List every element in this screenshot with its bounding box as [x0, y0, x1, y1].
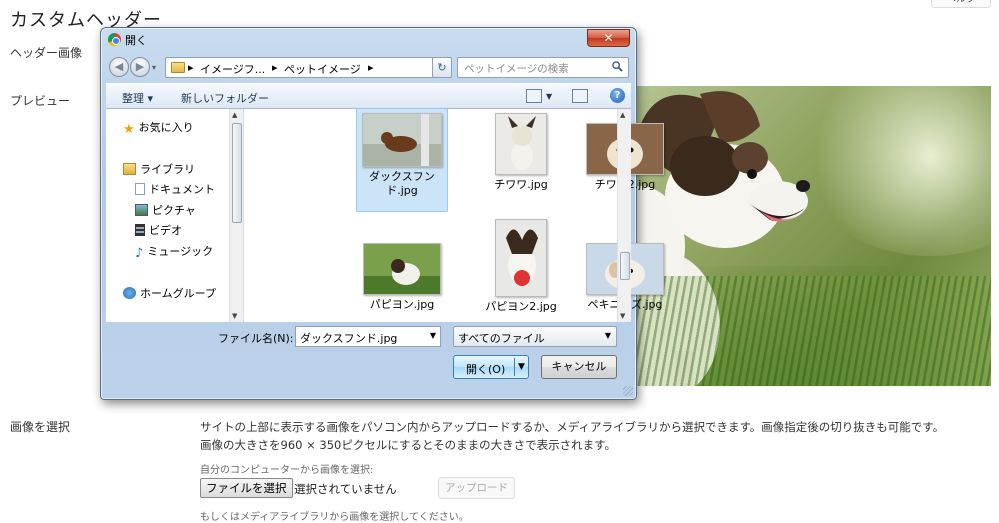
papillon2-thumbnail: [495, 219, 547, 297]
address-bar[interactable]: ▸ イメージフ... ▸ ペットイメージ ▸ ▼: [165, 57, 449, 78]
nav-item-favorites[interactable]: ★ お気に入り: [123, 119, 194, 137]
search-input[interactable]: ペットイメージの検索: [457, 57, 629, 78]
breadcrumb-separator-icon: ▸: [368, 61, 374, 74]
nav-item-favorites-label: お気に入り: [138, 121, 194, 134]
help-icon[interactable]: ?: [610, 88, 625, 103]
breadcrumb-item[interactable]: イメージフ...: [200, 61, 265, 77]
breadcrumb-separator-icon: ▸: [188, 61, 194, 74]
file-type-dropdown-icon: ▼: [604, 331, 611, 340]
nav-item-videos[interactable]: ビデオ: [135, 222, 182, 238]
dachshund-thumbnail: [362, 113, 442, 167]
nav-item-documents[interactable]: ドキュメント: [135, 181, 215, 197]
nav-item-libraries[interactable]: ライブラリ: [123, 161, 195, 177]
file-item[interactable]: パピヨン2.jpg: [475, 219, 567, 314]
description-line2: 画像の大きさを960 × 350ピクセルにするとそのままの大きさで表示されます。: [200, 438, 616, 452]
homegroup-icon: [123, 287, 136, 299]
file-name-input[interactable]: ダックスフンド.jpg ▼: [295, 326, 441, 347]
file-name-label: ファイル名(N):: [218, 332, 294, 345]
row-label-select-image: 画像を選択: [10, 420, 71, 434]
dialog-title: 開く: [125, 34, 147, 47]
forward-button[interactable]: ▶: [130, 57, 150, 77]
description-line1: サイトの上部に表示する画像をパソコン内からアップロードするか、メディアライブラリ…: [200, 420, 945, 434]
preview-pane-icon[interactable]: [572, 89, 588, 103]
file-list-scrollbar[interactable]: ▲ ▼: [617, 109, 631, 322]
nav-item-pictures[interactable]: ピクチャ: [135, 202, 196, 218]
navigation-bar: ◀ ▶ ▾ ▸ イメージフ... ▸ ペットイメージ ▸ ▼ ↻ ペットイメージ…: [107, 55, 630, 79]
nav-item-libraries-label: ライブラリ: [140, 163, 195, 176]
dialog-titlebar[interactable]: 開く ✕: [101, 28, 636, 50]
open-file-dialog: 開く ✕ ◀ ▶ ▾ ▸ イメージフ... ▸ ペットイメージ ▸ ▼ ↻ ペッ…: [100, 27, 664, 400]
row-label-header-image: ヘッダー画像: [10, 46, 83, 60]
help-tab[interactable]: ヘルプ: [931, 0, 991, 8]
row-label-preview: プレビュー: [10, 94, 71, 108]
nav-item-documents-label: ドキュメント: [149, 183, 215, 196]
file-name: チワワ.jpg: [494, 178, 548, 191]
upload-button[interactable]: アップロード: [438, 477, 515, 499]
from-computer-label: 自分のコンピューターから画像を選択:: [200, 465, 374, 476]
file-item[interactable]: パピヨン.jpg: [356, 219, 448, 312]
document-icon: [135, 183, 145, 195]
refresh-button[interactable]: ↻: [432, 57, 452, 78]
view-options-icon[interactable]: [526, 89, 542, 103]
nav-item-homegroup[interactable]: ホームグループ: [123, 285, 216, 301]
open-options-dropdown-icon[interactable]: ▼: [518, 362, 525, 372]
command-toolbar: 整理 ▾ 新しいフォルダー ▼ ?: [106, 83, 631, 109]
nav-item-homegroup-label: ホームグループ: [140, 287, 217, 300]
recent-locations-dropdown[interactable]: ▾: [152, 63, 156, 72]
chrome-icon: [108, 33, 121, 46]
search-icon: [612, 61, 623, 72]
file-item[interactable]: チワワ.jpg: [475, 109, 567, 192]
chihuahua-thumbnail: [495, 113, 547, 175]
no-file-selected-text: 選択されていません: [294, 482, 397, 496]
breadcrumb-item[interactable]: ペットイメージ: [284, 61, 361, 77]
new-folder-button[interactable]: 新しいフォルダー: [181, 90, 269, 106]
file-type-value: すべてのファイル: [458, 332, 545, 345]
back-button[interactable]: ◀: [109, 57, 129, 77]
file-name-value: ダックスフンド.jpg: [300, 332, 398, 345]
open-button-label: 開く(O): [466, 363, 506, 376]
file-item[interactable]: ダックスフンド.jpg: [356, 108, 448, 212]
file-type-select[interactable]: すべてのファイル ▼: [453, 326, 617, 347]
media-library-label: もしくはメディアライブラリから画像を選択してください。: [200, 512, 469, 523]
file-name-dropdown-icon[interactable]: ▼: [430, 331, 436, 340]
file-name: パピヨン.jpg: [369, 298, 435, 311]
video-icon: [135, 224, 145, 236]
breadcrumb-separator-icon: ▸: [272, 61, 278, 74]
folder-icon: [171, 62, 185, 73]
nav-pane-scrollbar[interactable]: ▲ ▼: [229, 109, 243, 322]
papillon-thumbnail: [363, 243, 441, 295]
choose-file-button[interactable]: ファイルを選択: [200, 478, 293, 498]
dialog-body: ★ お気に入り ライブラリ ドキュメント ピクチャ ビデオ ♪ ミュージック ホーム…: [106, 108, 664, 322]
open-button[interactable]: 開く(O) ▼: [453, 355, 529, 379]
cancel-button[interactable]: キャンセル: [541, 355, 617, 379]
music-note-icon: ♪: [135, 246, 144, 261]
nav-item-videos-label: ビデオ: [149, 224, 182, 237]
file-name: パピヨン2.jpg: [485, 300, 557, 313]
file-list: ダックスフンド.jpg チワワ.jpg チワワ2.jpg パピヨン.jpg パピ…: [245, 108, 664, 322]
picture-icon: [135, 204, 148, 216]
organize-menu[interactable]: 整理 ▾: [122, 90, 153, 106]
nav-item-pictures-label: ピクチャ: [152, 204, 196, 217]
search-placeholder: ペットイメージの検索: [464, 63, 569, 75]
file-name: ダックスフンド.jpg: [369, 170, 435, 197]
nav-item-music-label: ミュージック: [147, 245, 214, 258]
view-dropdown-icon[interactable]: ▼: [546, 92, 552, 101]
library-icon: [123, 163, 136, 175]
star-icon: ★: [123, 122, 135, 137]
close-button[interactable]: ✕: [587, 29, 630, 47]
navigation-pane: ★ お気に入り ライブラリ ドキュメント ピクチャ ビデオ ♪ ミュージック ホーム…: [106, 109, 244, 322]
resize-grip[interactable]: [623, 386, 633, 396]
nav-item-music[interactable]: ♪ ミュージック: [135, 243, 214, 261]
